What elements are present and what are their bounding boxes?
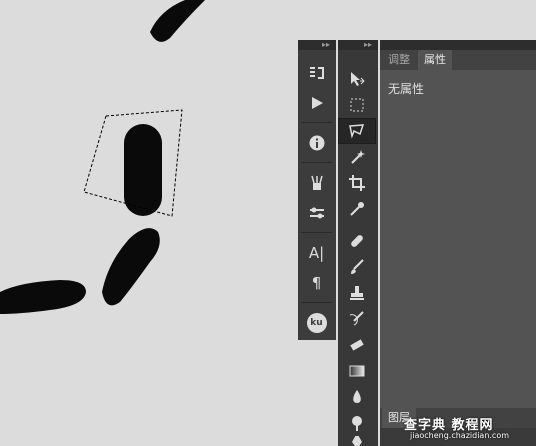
healing-brush-tool-icon[interactable] [338, 228, 376, 254]
brush-presets-icon[interactable] [298, 198, 335, 228]
left-dock: ▸▸ A| ¶ ku [298, 40, 336, 340]
blur-tool-icon[interactable] [338, 384, 376, 410]
panel-header-strip [380, 40, 536, 50]
tools-panel: ▸▸ [338, 40, 378, 446]
info-icon[interactable] [298, 128, 335, 158]
dock-divider [301, 162, 332, 163]
properties-panel: 调整 属性 无属性 图层 [380, 40, 536, 446]
collapse-arrows[interactable]: ▸▸ [298, 40, 336, 50]
marquee-tool-icon[interactable] [338, 92, 376, 118]
properties-tabs: 调整 属性 [380, 50, 536, 70]
tab-adjustments[interactable]: 调整 [382, 50, 416, 70]
kuler-badge: ku [306, 313, 327, 333]
move-tool-icon[interactable] [338, 66, 376, 92]
collapse-arrows[interactable]: ▸▸ [338, 40, 378, 50]
pen-tool-icon[interactable] [338, 436, 376, 446]
polygonal-lasso-tool-icon[interactable] [338, 118, 376, 144]
history-brush-tool-icon[interactable] [338, 306, 376, 332]
gradient-tool-icon[interactable] [338, 358, 376, 384]
kuler-icon[interactable]: ku [298, 308, 335, 338]
history-icon[interactable] [298, 58, 335, 88]
dock-divider [301, 122, 332, 123]
brush-tool-icon[interactable] [338, 254, 376, 280]
character-icon[interactable]: A| [298, 238, 335, 268]
no-properties-text: 无属性 [388, 82, 425, 96]
dock-divider [301, 232, 332, 233]
tab-properties[interactable]: 属性 [418, 50, 452, 70]
eyedropper-tool-icon[interactable] [338, 196, 376, 222]
clone-stamp-tool-icon[interactable] [338, 280, 376, 306]
dodge-tool-icon[interactable] [338, 410, 376, 436]
watermark-url: jiaocheng.chazidian.com [410, 431, 510, 440]
crop-tool-icon[interactable] [338, 170, 376, 196]
dock-divider [301, 302, 332, 303]
paragraph-icon[interactable]: ¶ [298, 268, 335, 298]
brushes-icon[interactable] [298, 168, 335, 198]
magic-wand-tool-icon[interactable] [338, 144, 376, 170]
actions-play-icon[interactable] [298, 88, 335, 118]
eraser-tool-icon[interactable] [338, 332, 376, 358]
ink-stroke-selected [124, 124, 162, 216]
